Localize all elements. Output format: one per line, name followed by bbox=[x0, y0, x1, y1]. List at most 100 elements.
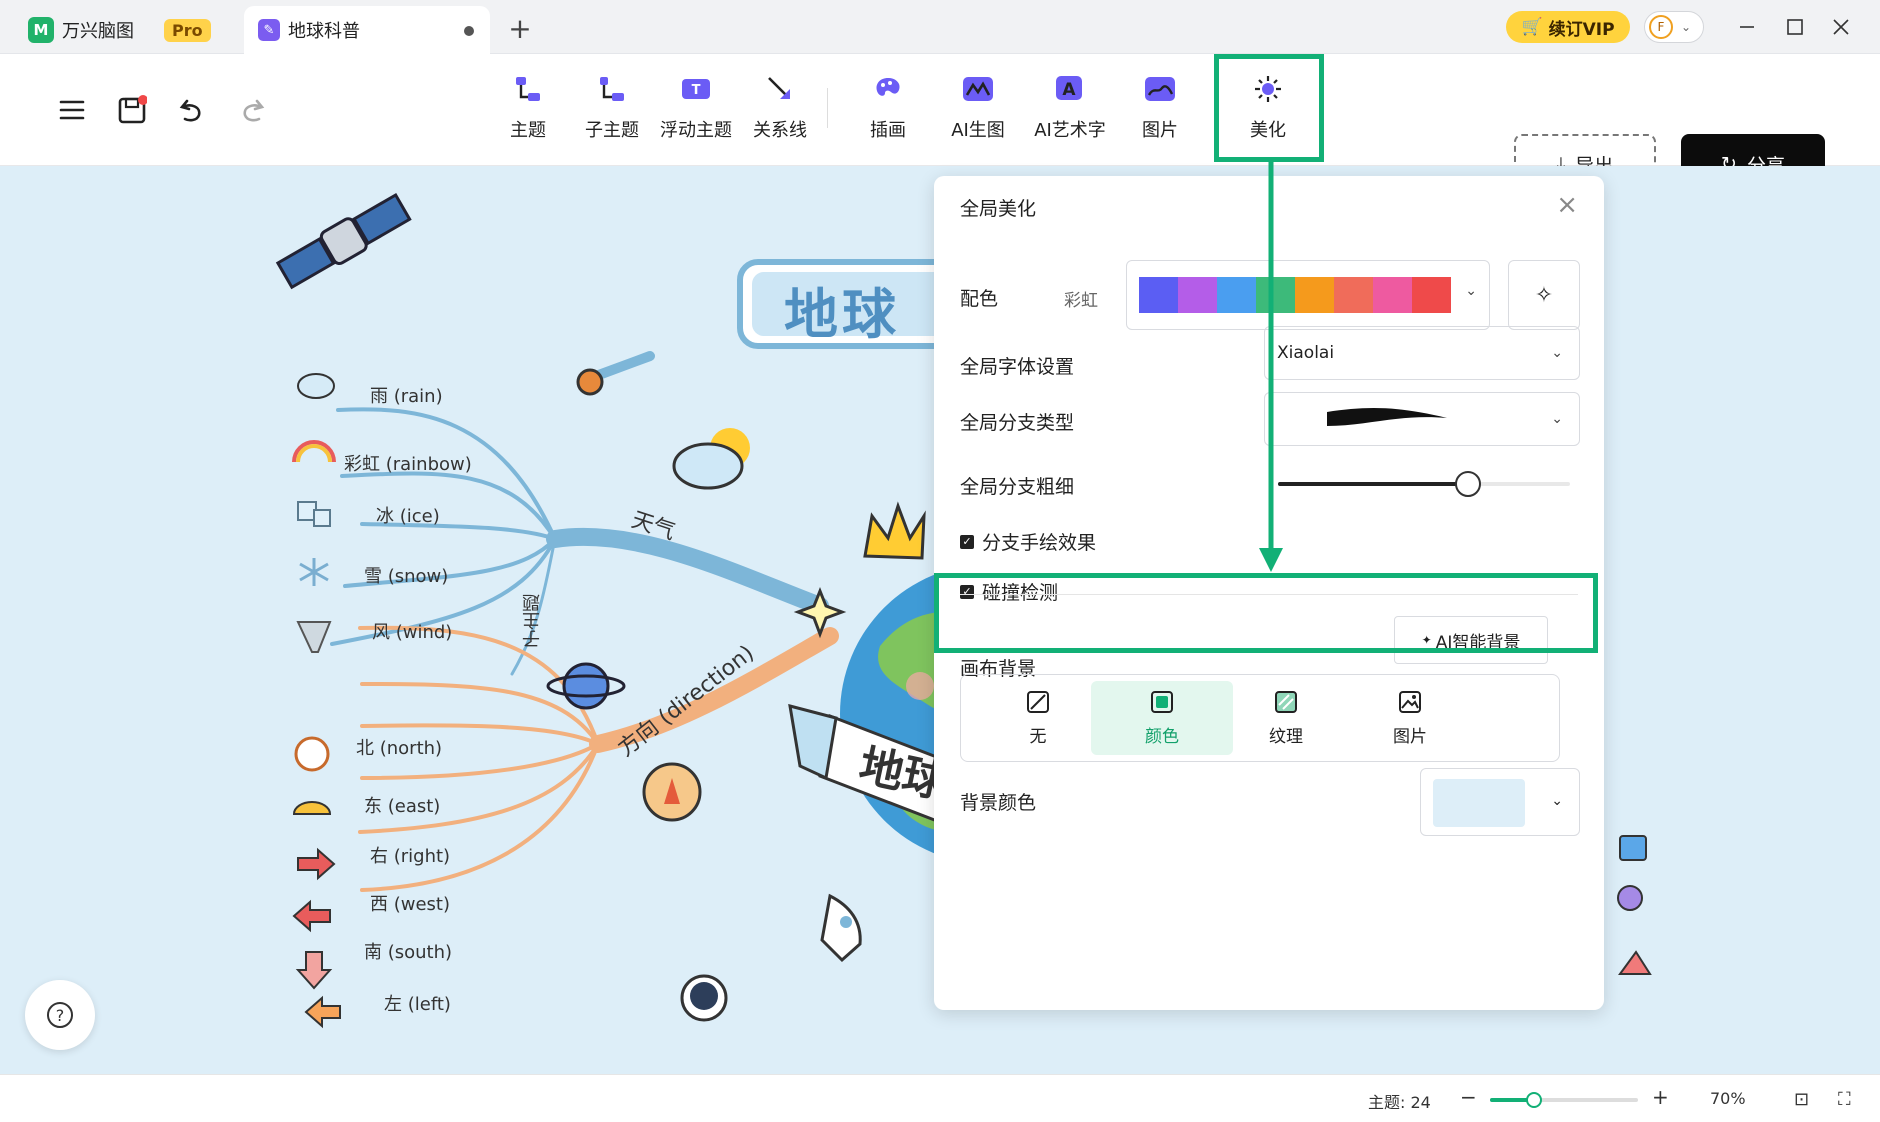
chevron-down-icon: ⌄ bbox=[1551, 793, 1563, 809]
zoom-knob[interactable] bbox=[1526, 1092, 1543, 1108]
texture-icon bbox=[1274, 690, 1298, 714]
menu-button[interactable] bbox=[52, 90, 92, 130]
beautify-highlight-box bbox=[1214, 54, 1324, 162]
bg-option-none[interactable]: 无 bbox=[967, 681, 1109, 755]
image-icon bbox=[1143, 72, 1177, 106]
ai-image-icon bbox=[961, 72, 995, 106]
main-toolbar: 主题 子主题 T 浮动主题 关系线 插画 AI生图 A AI艺术字 图片 美化 … bbox=[0, 54, 1880, 194]
satellite-illustration bbox=[275, 192, 412, 290]
tool-topic[interactable]: 主题 bbox=[486, 72, 570, 152]
panel-title: 全局美化 bbox=[960, 198, 1037, 220]
bg-option-label: 纹理 bbox=[1269, 726, 1303, 747]
tool-ai-image[interactable]: AI生图 bbox=[936, 72, 1020, 152]
tool-floating-topic[interactable]: T 浮动主题 bbox=[654, 72, 738, 152]
user-avatar-menu[interactable]: F ⌄ bbox=[1644, 11, 1704, 43]
maximize-button[interactable] bbox=[1780, 12, 1810, 42]
undo-button[interactable] bbox=[172, 90, 212, 130]
handdrawn-checkbox[interactable]: ✓ 分支手绘效果 bbox=[960, 528, 1096, 555]
weather-item[interactable]: 雨 (rain) bbox=[370, 382, 443, 408]
direction-item[interactable]: 东 (east) bbox=[364, 792, 440, 818]
tool-relation-line[interactable]: 关系线 bbox=[738, 72, 822, 152]
tab-document-title: 地球科普 bbox=[288, 21, 360, 42]
tab-app-home[interactable]: M 万兴脑图 Pro bbox=[14, 6, 232, 54]
bg-option-image[interactable]: 图片 bbox=[1339, 681, 1481, 755]
comet-illustration bbox=[576, 351, 655, 396]
app-logo-icon: M bbox=[28, 17, 54, 43]
toolbar-divider bbox=[827, 88, 828, 128]
help-button[interactable]: ? bbox=[25, 980, 95, 1050]
weather-item[interactable]: 冰 (ice) bbox=[376, 502, 440, 528]
branch-type-label: 全局分支类型 bbox=[960, 412, 1075, 434]
bg-option-color[interactable]: 颜色 bbox=[1091, 681, 1233, 755]
random-color-button[interactable]: ✧ bbox=[1508, 260, 1580, 330]
color-scheme-label: 配色 bbox=[960, 288, 999, 310]
compass-illustration bbox=[642, 762, 702, 822]
question-icon: ? bbox=[47, 1002, 73, 1028]
direction-item[interactable]: 右 (right) bbox=[370, 842, 450, 868]
tool-floating-topic-label: 浮动主题 bbox=[660, 120, 732, 141]
tool-illustration[interactable]: 插画 bbox=[846, 72, 930, 152]
fit-view-icon[interactable]: ⊡ bbox=[1794, 1089, 1809, 1110]
zoom-in-button[interactable]: + bbox=[1652, 1085, 1669, 1109]
branch-width-label: 全局分支粗细 bbox=[960, 476, 1075, 498]
banner-title[interactable]: 地球 bbox=[784, 270, 900, 349]
unsaved-dot-icon[interactable] bbox=[464, 26, 474, 36]
color-swatch bbox=[1178, 277, 1217, 313]
svg-text:A: A bbox=[1062, 80, 1076, 100]
ai-art-text-icon: A bbox=[1053, 72, 1087, 106]
bg-option-label: 无 bbox=[1029, 726, 1047, 747]
crown-illustration bbox=[863, 501, 926, 560]
tool-topic-label: 主题 bbox=[510, 120, 546, 141]
checkbox-checked-icon: ✓ bbox=[960, 534, 974, 549]
color-swatch bbox=[1295, 277, 1334, 313]
chevron-down-icon: ⌄ bbox=[1465, 283, 1477, 299]
renew-vip-button[interactable]: 🛒 续订VIP bbox=[1506, 11, 1630, 43]
pro-badge: Pro bbox=[164, 18, 211, 42]
magic-wand-icon: ✧ bbox=[1534, 282, 1554, 308]
weather-item[interactable]: 雪 (snow) bbox=[364, 562, 448, 588]
save-button[interactable] bbox=[112, 90, 152, 130]
branch-width-slider[interactable] bbox=[1278, 471, 1570, 497]
bg-color-select[interactable]: ⌄ bbox=[1420, 768, 1580, 836]
palette-icon bbox=[871, 72, 905, 106]
direction-item[interactable]: 西 (west) bbox=[370, 890, 450, 916]
new-tab-button[interactable]: + bbox=[505, 12, 535, 45]
maximize-icon bbox=[1787, 19, 1803, 35]
branch-type-select[interactable]: ⌄ bbox=[1264, 392, 1580, 446]
redo-button[interactable] bbox=[232, 90, 272, 130]
bg-option-texture[interactable]: 纹理 bbox=[1215, 681, 1357, 755]
image-icon bbox=[1398, 690, 1422, 714]
tool-ai-art-text[interactable]: A AI艺术字 bbox=[1028, 72, 1112, 152]
tool-image[interactable]: 图片 bbox=[1118, 72, 1202, 152]
subtopic-vertical[interactable]: 子主题 bbox=[520, 594, 546, 648]
zoom-slider[interactable] bbox=[1490, 1092, 1638, 1108]
branch-width-fill bbox=[1278, 482, 1468, 486]
minimize-button[interactable] bbox=[1732, 12, 1762, 42]
zoom-level[interactable]: 70% bbox=[1710, 1089, 1746, 1108]
rocket-illustration bbox=[820, 893, 862, 963]
minimize-icon bbox=[1740, 26, 1754, 28]
bg-color-label: 背景颜色 bbox=[960, 792, 1037, 814]
relation-line-icon bbox=[763, 72, 797, 106]
bg-option-label: 颜色 bbox=[1145, 726, 1179, 747]
weather-item[interactable]: 风 (wind) bbox=[372, 618, 452, 644]
direction-item[interactable]: 北 (north) bbox=[356, 734, 442, 760]
close-window-button[interactable] bbox=[1826, 12, 1856, 42]
tool-illustration-label: 插画 bbox=[870, 120, 906, 141]
fullscreen-icon[interactable]: ⛶ bbox=[1838, 1089, 1851, 1110]
tab-document[interactable]: ✎ 地球科普 bbox=[244, 6, 490, 54]
renew-vip-label: 续订VIP bbox=[1548, 19, 1615, 40]
direction-item[interactable]: 南 (south) bbox=[364, 938, 452, 964]
font-value: Xiaolai bbox=[1277, 343, 1335, 363]
font-select[interactable]: Xiaolai ⌄ bbox=[1264, 326, 1580, 380]
zoom-out-button[interactable]: − bbox=[1460, 1085, 1477, 1109]
panel-close-button[interactable]: × bbox=[1556, 190, 1578, 220]
direction-item-icons bbox=[292, 736, 341, 1029]
hamburger-icon bbox=[59, 100, 85, 120]
cart-icon: 🛒 bbox=[1521, 17, 1543, 37]
color-scheme-select[interactable]: ⌄ bbox=[1126, 260, 1490, 330]
weather-item[interactable]: 彩虹 (rainbow) bbox=[344, 450, 472, 476]
branch-width-knob[interactable] bbox=[1454, 471, 1481, 497]
direction-item[interactable]: 左 (left) bbox=[384, 990, 451, 1016]
tool-subtopic[interactable]: 子主题 bbox=[570, 72, 654, 152]
